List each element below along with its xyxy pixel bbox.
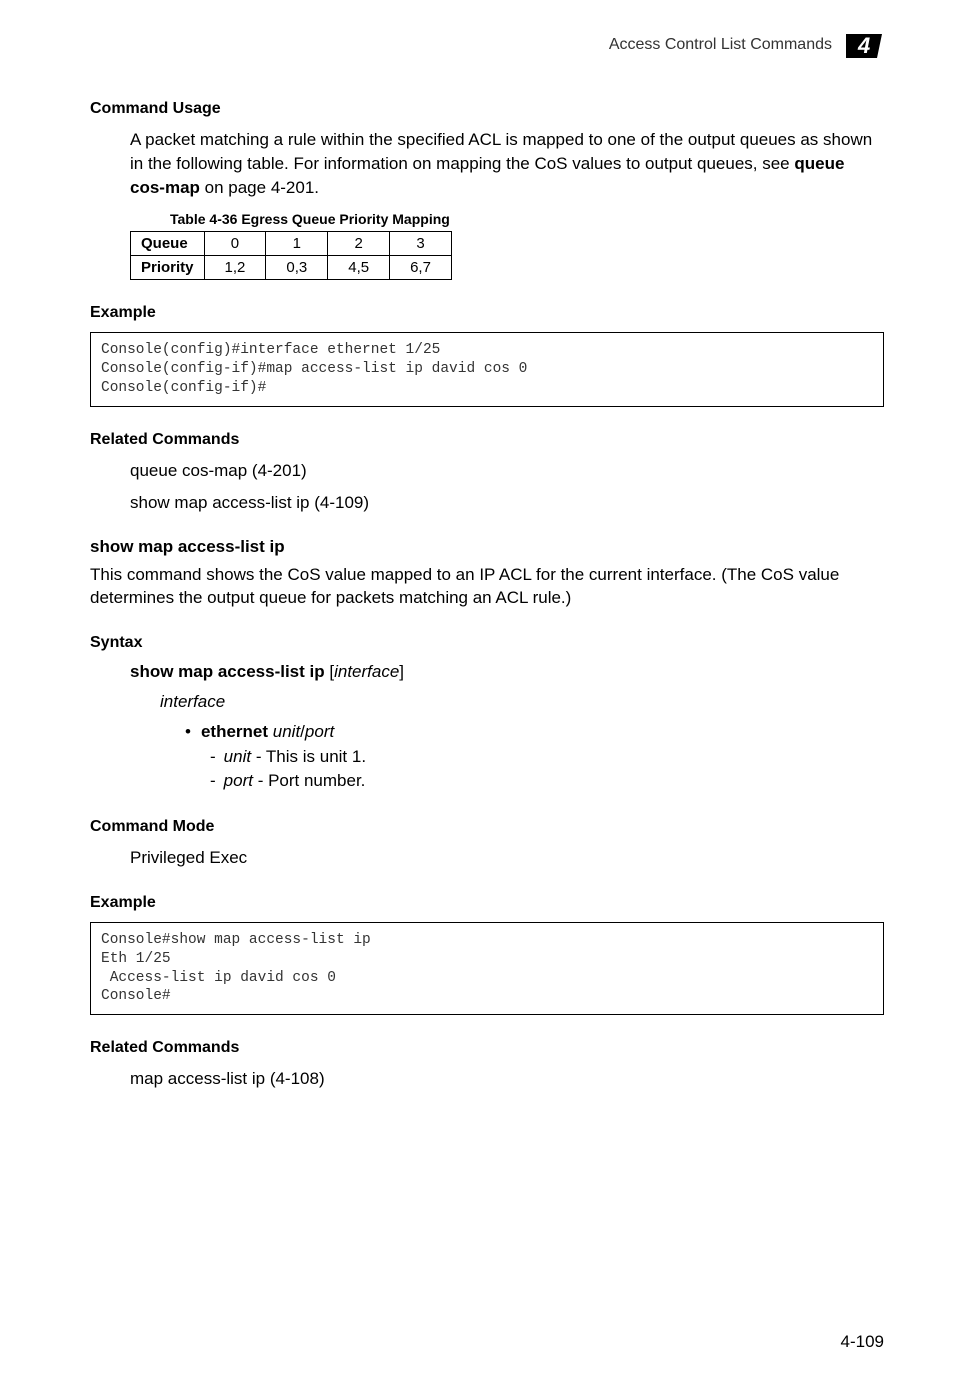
- table-cell-2: 4,5: [328, 256, 390, 280]
- command-mode-text: Privileged Exec: [130, 846, 884, 870]
- page-header: Access Control List Commands 4: [609, 28, 884, 62]
- ethernet-line: ethernet unit/port: [201, 720, 334, 745]
- page-content: Command Usage A packet matching a rule w…: [90, 100, 884, 1091]
- ethernet-port: port: [305, 722, 334, 741]
- ethernet-bold: ethernet: [201, 722, 268, 741]
- syntax-command: show map access-list ip [interface]: [130, 662, 884, 682]
- ethernet-unit: unit: [268, 722, 300, 741]
- mapping-table: Queue 0 1 2 3 Priority 1,2 0,3 4,5 6,7: [130, 231, 452, 280]
- related2-line-1: map access-list ip (4-108): [130, 1067, 884, 1091]
- chapter-icon: 4: [844, 28, 884, 62]
- port-italic: port: [224, 771, 253, 790]
- port-line: port - Port number.: [224, 769, 366, 794]
- text-part-2: on page 4-201.: [200, 178, 319, 197]
- table-header-row: Queue 0 1 2 3: [131, 232, 452, 256]
- syntax-heading: Syntax: [90, 634, 884, 652]
- table-cell-1: 0,3: [266, 256, 328, 280]
- dash-icon: -: [210, 745, 216, 770]
- related-line-2: show map access-list ip (4-109): [130, 491, 884, 515]
- text-part-1: A packet matching a rule within the spec…: [130, 130, 872, 173]
- show-map-text: This command shows the CoS value mapped …: [90, 563, 884, 611]
- table-cell-0: 1,2: [204, 256, 266, 280]
- syntax-bracket-close: ]: [399, 662, 404, 681]
- table-header-queue: Queue: [131, 232, 205, 256]
- example-heading-1: Example: [90, 304, 884, 322]
- table-row-label: Priority: [131, 256, 205, 280]
- table-header-3: 3: [390, 232, 452, 256]
- code-block-1: Console(config)#interface ethernet 1/25 …: [90, 332, 884, 407]
- unit-line: unit - This is unit 1.: [224, 745, 366, 770]
- related-commands-heading-1: Related Commands: [90, 431, 884, 449]
- table-header-1: 1: [266, 232, 328, 256]
- syntax-bold: show map access-list ip: [130, 662, 329, 681]
- syntax-interface: interface: [334, 662, 399, 681]
- header-title: Access Control List Commands: [609, 36, 832, 54]
- page-number: 4-109: [841, 1332, 884, 1352]
- chapter-number-text: 4: [857, 33, 870, 58]
- table-header-2: 2: [328, 232, 390, 256]
- command-usage-text: A packet matching a rule within the spec…: [130, 128, 884, 199]
- unit-dash: - unit - This is unit 1.: [210, 745, 884, 770]
- table-header-0: 0: [204, 232, 266, 256]
- ethernet-bullet: • ethernet unit/port: [185, 720, 884, 745]
- unit-text: - This is unit 1.: [251, 747, 366, 766]
- table-cell-3: 6,7: [390, 256, 452, 280]
- show-map-heading: show map access-list ip: [90, 537, 884, 557]
- port-dash: - port - Port number.: [210, 769, 884, 794]
- port-text: - Port number.: [253, 771, 365, 790]
- interface-label: interface: [160, 692, 884, 712]
- example-heading-2: Example: [90, 894, 884, 912]
- unit-italic: unit: [224, 747, 251, 766]
- code-block-2: Console#show map access-list ip Eth 1/25…: [90, 922, 884, 1015]
- bullet-dot-icon: •: [185, 720, 191, 745]
- related-commands-heading-2: Related Commands: [90, 1039, 884, 1057]
- table-row: Priority 1,2 0,3 4,5 6,7: [131, 256, 452, 280]
- table-caption: Table 4-36 Egress Queue Priority Mapping: [170, 211, 884, 227]
- command-usage-heading: Command Usage: [90, 100, 884, 118]
- command-mode-heading: Command Mode: [90, 818, 884, 836]
- dash-icon: -: [210, 769, 216, 794]
- related-line-1: queue cos-map (4-201): [130, 459, 884, 483]
